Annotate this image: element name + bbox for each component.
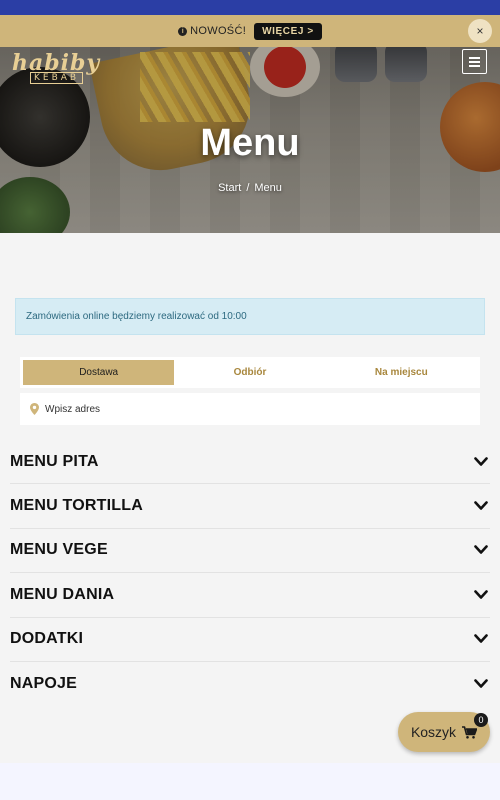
- order-type-tabs: Dostawa Odbiór Na miejscu: [20, 357, 480, 388]
- breadcrumb-separator: /: [246, 182, 250, 194]
- hamburger-line: [469, 56, 480, 59]
- category-label: MENU TORTILLA: [10, 497, 143, 515]
- chevron-down-icon: [474, 501, 488, 510]
- chevron-down-icon: [474, 590, 488, 599]
- info-icon: i: [178, 26, 188, 36]
- category-label: MENU DANIA: [10, 585, 115, 603]
- hamburger-line: [469, 64, 480, 67]
- breadcrumb-current: Menu: [254, 182, 282, 194]
- cart-count-badge: 0: [474, 713, 488, 727]
- page-title: Menu: [200, 122, 300, 164]
- hamburger-line: [469, 60, 480, 63]
- tab-dine-in[interactable]: Na miejscu: [326, 360, 477, 385]
- close-icon[interactable]: ×: [468, 19, 492, 43]
- category-label: MENU PITA: [10, 452, 99, 470]
- menu-categories: MENU PITA MENU TORTILLA MENU VEGE MENU D…: [10, 440, 490, 706]
- category-menu-tortilla[interactable]: MENU TORTILLA: [10, 484, 490, 529]
- category-label: NAPOJE: [10, 675, 77, 693]
- chevron-down-icon: [474, 634, 488, 644]
- menu-toggle-icon[interactable]: [462, 49, 487, 74]
- chevron-down-icon: [474, 545, 488, 555]
- category-napoje[interactable]: NAPOJE: [10, 662, 490, 706]
- breadcrumb-start-link[interactable]: Start: [218, 182, 241, 194]
- category-menu-pita[interactable]: MENU PITA: [10, 440, 490, 485]
- category-menu-vege[interactable]: MENU VEGE: [10, 529, 490, 574]
- address-input[interactable]: Wpisz adres: [20, 393, 480, 425]
- info-alert: Zamówienia online będziemy realizować od…: [15, 298, 485, 335]
- chevron-down-icon: [474, 679, 488, 688]
- category-dodatki[interactable]: DODATKI: [10, 618, 490, 662]
- notice-text: NOWOŚĆ!: [190, 25, 247, 37]
- logo-sub: KEBAB: [30, 72, 84, 84]
- tab-delivery[interactable]: Dostawa: [23, 360, 175, 385]
- shopping-cart-icon: [462, 725, 478, 739]
- more-button[interactable]: WIĘCEJ >: [254, 22, 322, 40]
- logo[interactable]: habiby KEBAB: [8, 50, 99, 90]
- category-label: MENU VEGE: [10, 541, 108, 559]
- top-bar: [0, 0, 500, 15]
- notice-bar: i NOWOŚĆ! WIĘCEJ > ×: [0, 15, 500, 47]
- map-pin-icon: [30, 403, 39, 415]
- footer-area: [0, 763, 500, 800]
- alert-text: Zamówienia online będziemy realizować od…: [26, 311, 247, 322]
- chevron-down-icon: [474, 456, 488, 466]
- address-placeholder: Wpisz adres: [45, 403, 101, 415]
- cart-label: Koszyk: [410, 724, 457, 740]
- category-menu-dania[interactable]: MENU DANIA: [10, 573, 490, 618]
- category-label: DODATKI: [10, 630, 84, 648]
- breadcrumb: Start / Menu: [0, 182, 500, 194]
- tab-pickup[interactable]: Odbiór: [174, 360, 325, 385]
